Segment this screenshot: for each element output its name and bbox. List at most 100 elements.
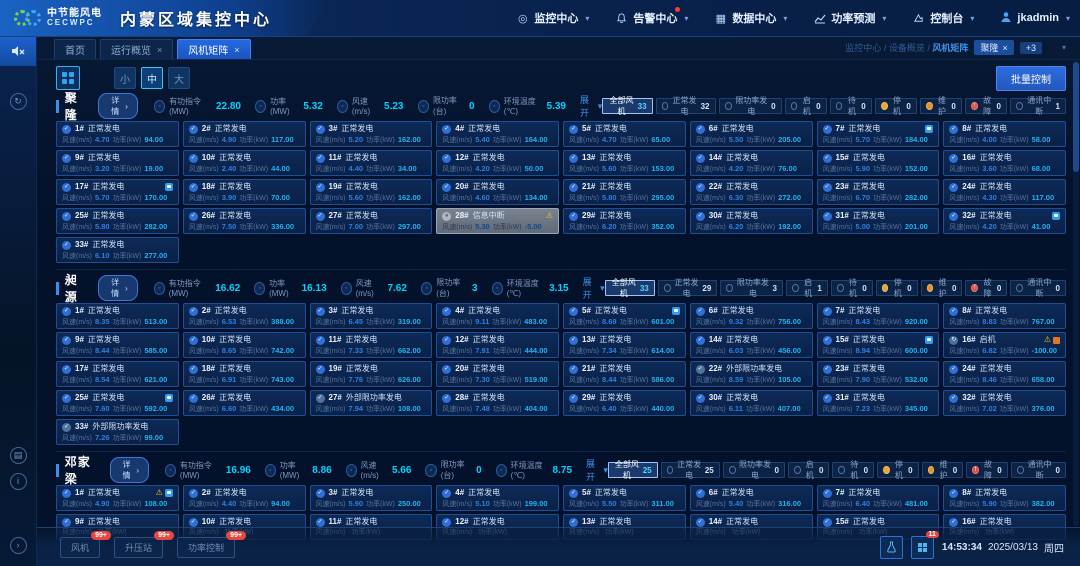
filter-chip-start[interactable]: 启机0	[788, 462, 830, 478]
turbine-card[interactable]: ●28#信息中断⚠风速(m/s)5.30功率(kW)-5.00	[436, 208, 559, 234]
turbine-card[interactable]: ✓29#正常发电风速(m/s)6.20功率(kW)352.00	[563, 208, 686, 234]
scrollbar-thumb[interactable]	[1073, 62, 1079, 172]
filter-chip-all[interactable]: 全部风机33	[602, 98, 652, 114]
turbine-card[interactable]: ✓4#正常发电风速(m/s)9.11功率(kW)483.00	[436, 303, 559, 329]
filter-chip-maintain[interactable]: 维护0	[920, 98, 962, 114]
filter-chip-fault[interactable]: !故障0	[965, 280, 1007, 296]
turbine-card[interactable]: ✓18#正常发电风速(m/s)6.91功率(kW)743.00	[183, 361, 306, 387]
filter-chip-limit[interactable]: 限功率发电3	[720, 280, 783, 296]
filter-chip-comm[interactable]: 通讯中断1	[1010, 98, 1066, 114]
filter-chip-stop[interactable]: 停机0	[875, 98, 917, 114]
turbine-card[interactable]: ✓20#正常发电风速(m/s)4.60功率(kW)134.00	[436, 179, 559, 205]
filter-chip-fault[interactable]: !故障0	[965, 98, 1007, 114]
notifications-button[interactable]: 11	[911, 536, 934, 559]
turbine-card[interactable]: ✓21#正常发电风速(m/s)8.44功率(kW)586.00	[563, 361, 686, 387]
farm-detail-button[interactable]: 详情›	[98, 93, 138, 119]
filter-chip-start[interactable]: 启机1	[786, 280, 828, 296]
layout-grid-button[interactable]	[56, 66, 80, 90]
turbine-card[interactable]: ✓1#正常发电风速(m/s)4.70功率(kW)94.00	[56, 121, 179, 147]
turbine-card[interactable]: ✓33#正常发电风速(m/s)6.10功率(kW)277.00	[56, 237, 179, 263]
footer-substation-button[interactable]: 升压站 99+	[114, 537, 163, 558]
filter-chip-start[interactable]: 启机0	[785, 98, 827, 114]
filter-chip-fault[interactable]: !故障0	[966, 462, 1008, 478]
filter-chip-maintain[interactable]: 维护0	[921, 280, 963, 296]
turbine-card[interactable]: ✓26#正常发电风速(m/s)6.60功率(kW)434.00	[183, 390, 306, 416]
filter-chip-comm[interactable]: 通讯中断0	[1011, 462, 1066, 478]
turbine-card[interactable]: ✓4#正常发电风速(m/s)5.10功率(kW)199.00	[436, 485, 559, 511]
farm-detail-button[interactable]: 详情›	[98, 275, 138, 301]
turbine-card[interactable]: ✓6#正常发电风速(m/s)5.40功率(kW)316.00	[690, 485, 813, 511]
turbine-card[interactable]: ✓23#正常发电风速(m/s)7.90功率(kW)532.00	[817, 361, 940, 387]
turbine-card[interactable]: ✓13#正常发电风速(m/s)5.60功率(kW)153.00	[563, 150, 686, 176]
turbine-card[interactable]: ✓13#正常发电风速(m/s)7.34功率(kW)614.00	[563, 332, 686, 358]
turbine-card[interactable]: ✓5#正常发电风速(m/s)8.69功率(kW)601.00	[563, 303, 686, 329]
tools-button[interactable]	[880, 536, 903, 559]
batch-control-button[interactable]: 批量控制	[996, 66, 1066, 91]
turbine-card[interactable]: ✓24#正常发电风速(m/s)4.30功率(kW)117.00	[943, 179, 1066, 205]
filter-chip-limit[interactable]: 限功率发电0	[719, 98, 782, 114]
turbine-card[interactable]: ✓30#正常发电风速(m/s)6.20功率(kW)192.00	[690, 208, 813, 234]
close-icon[interactable]: ×	[1002, 43, 1007, 53]
chevron-down-icon[interactable]: ▾	[1062, 43, 1066, 52]
turbine-card[interactable]: ✓6#正常发电风速(m/s)9.32功率(kW)756.00	[690, 303, 813, 329]
turbine-card[interactable]: ✓11#正常发电风速(m/s)7.33功率(kW)662.00	[310, 332, 433, 358]
turbine-card[interactable]: ✓31#正常发电风速(m/s)7.23功率(kW)345.00	[817, 390, 940, 416]
turbine-card[interactable]: ✓19#正常发电风速(m/s)5.60功率(kW)162.00	[310, 179, 433, 205]
turbine-card[interactable]: ✓23#正常发电风速(m/s)6.70功率(kW)282.00	[817, 179, 940, 205]
turbine-card[interactable]: ✓32#正常发电风速(m/s)4.20功率(kW)41.00	[943, 208, 1066, 234]
turbine-card[interactable]: ✓26#正常发电风速(m/s)7.50功率(kW)336.00	[183, 208, 306, 234]
filter-chip-stop[interactable]: 停机0	[877, 462, 919, 478]
turbine-card[interactable]: ✓2#正常发电风速(m/s)6.53功率(kW)388.00	[183, 303, 306, 329]
filter-chip-normal[interactable]: 正常发电25	[661, 462, 720, 478]
turbine-card[interactable]: ✓3#正常发电风速(m/s)5.90功率(kW)250.00	[310, 485, 433, 511]
tab-overview[interactable]: 运行概览 ×	[100, 39, 173, 59]
footer-power-control-button[interactable]: 功率控制 99+	[177, 537, 235, 558]
turbine-card[interactable]: ✓10#正常发电风速(m/s)8.65功率(kW)742.00	[183, 332, 306, 358]
turbine-card[interactable]: ✓16#正常发电风速(m/s)3.60功率(kW)68.00	[943, 150, 1066, 176]
farm-detail-button[interactable]: 详情›	[110, 457, 149, 483]
turbine-card[interactable]: ✓14#正常发电风速(m/s)4.20功率(kW)76.00	[690, 150, 813, 176]
turbine-card[interactable]: ✓2#正常发电风速(m/s)4.40功率(kW)94.00	[183, 485, 306, 511]
close-icon[interactable]: ×	[234, 45, 239, 55]
turbine-card[interactable]: ✓17#正常发电风速(m/s)8.54功率(kW)621.00	[56, 361, 179, 387]
collapse-sidebar-button[interactable]: ›	[0, 532, 36, 558]
filter-chip-standby[interactable]: 待机0	[830, 98, 872, 114]
user-menu[interactable]: jkadmin ▾	[1000, 11, 1070, 26]
filter-chip-stop[interactable]: 停机0	[876, 280, 918, 296]
farm-filter-tag[interactable]: 聚隆 ×	[974, 40, 1013, 55]
footer-turbine-button[interactable]: 风机 99+	[60, 537, 100, 558]
turbine-card[interactable]: ✓30#正常发电风速(m/s)6.11功率(kW)407.00	[690, 390, 813, 416]
turbine-card[interactable]: ✓12#正常发电风速(m/s)4.20功率(kW)50.00	[436, 150, 559, 176]
turbine-card[interactable]: ✓10#正常发电风速(m/s)2.40功率(kW)44.00	[183, 150, 306, 176]
turbine-card[interactable]: ✓20#正常发电风速(m/s)7.30功率(kW)519.00	[436, 361, 559, 387]
turbine-card[interactable]: ✓5#正常发电风速(m/s)4.70功率(kW)65.00	[563, 121, 686, 147]
turbine-card[interactable]: ✓11#正常发电风速(m/s)4.40功率(kW)34.00	[310, 150, 433, 176]
turbine-card[interactable]: ✓29#正常发电风速(m/s)6.40功率(kW)440.00	[563, 390, 686, 416]
turbine-card[interactable]: ✓21#正常发电风速(m/s)5.80功率(kW)295.00	[563, 179, 686, 205]
refresh-button[interactable]: ↻	[0, 88, 36, 114]
turbine-card[interactable]: ✓32#正常发电风速(m/s)7.02功率(kW)376.00	[943, 390, 1066, 416]
turbine-card[interactable]: ✓3#正常发电风速(m/s)5.20功率(kW)162.00	[310, 121, 433, 147]
expand-link[interactable]: 展开▾	[583, 275, 605, 301]
turbine-card[interactable]: ✓6#正常发电风速(m/s)5.50功率(kW)205.00	[690, 121, 813, 147]
turbine-card[interactable]: ✓9#正常发电风速(m/s)3.20功率(kW)19.00	[56, 150, 179, 176]
turbine-card[interactable]: ✓15#正常发电风速(m/s)8.94功率(kW)600.00	[817, 332, 940, 358]
turbine-card[interactable]: ✓7#正常发电风速(m/s)6.40功率(kW)481.00	[817, 485, 940, 511]
nav-data-center[interactable]: ▦ 数据中心 ▾	[714, 10, 787, 26]
turbine-card[interactable]: ✓18#正常发电风速(m/s)3.90功率(kW)70.00	[183, 179, 306, 205]
turbine-card[interactable]: ✓2#正常发电风速(m/s)4.90功率(kW)117.00	[183, 121, 306, 147]
filter-chip-all[interactable]: 全部风机25	[608, 462, 658, 478]
nav-power-forecast[interactable]: 功率预测 ▾	[813, 10, 886, 26]
turbine-card[interactable]: ✓7#正常发电风速(m/s)5.70功率(kW)184.00	[817, 121, 940, 147]
turbine-card[interactable]: ✓19#正常发电风速(m/s)7.76功率(kW)626.00	[310, 361, 433, 387]
size-medium-button[interactable]: 中	[141, 67, 163, 89]
turbine-card[interactable]: ✓27#正常发电风速(m/s)7.00功率(kW)297.00	[310, 208, 433, 234]
filter-chip-all[interactable]: 全部风机33	[605, 280, 655, 296]
turbine-card[interactable]: ✓8#正常发电风速(m/s)8.83功率(kW)767.00	[943, 303, 1066, 329]
turbine-card[interactable]: ✓22#正常发电风速(m/s)6.30功率(kW)272.00	[690, 179, 813, 205]
filter-chip-standby[interactable]: 待机0	[831, 280, 873, 296]
turbine-card[interactable]: ✓4#正常发电风速(m/s)5.40功率(kW)164.00	[436, 121, 559, 147]
info-panel-button[interactable]: i	[0, 468, 36, 494]
turbine-card[interactable]: ✓25#正常发电风速(m/s)7.60功率(kW)592.00	[56, 390, 179, 416]
turbine-card[interactable]: ✓14#正常发电风速(m/s)6.03功率(kW)456.00	[690, 332, 813, 358]
